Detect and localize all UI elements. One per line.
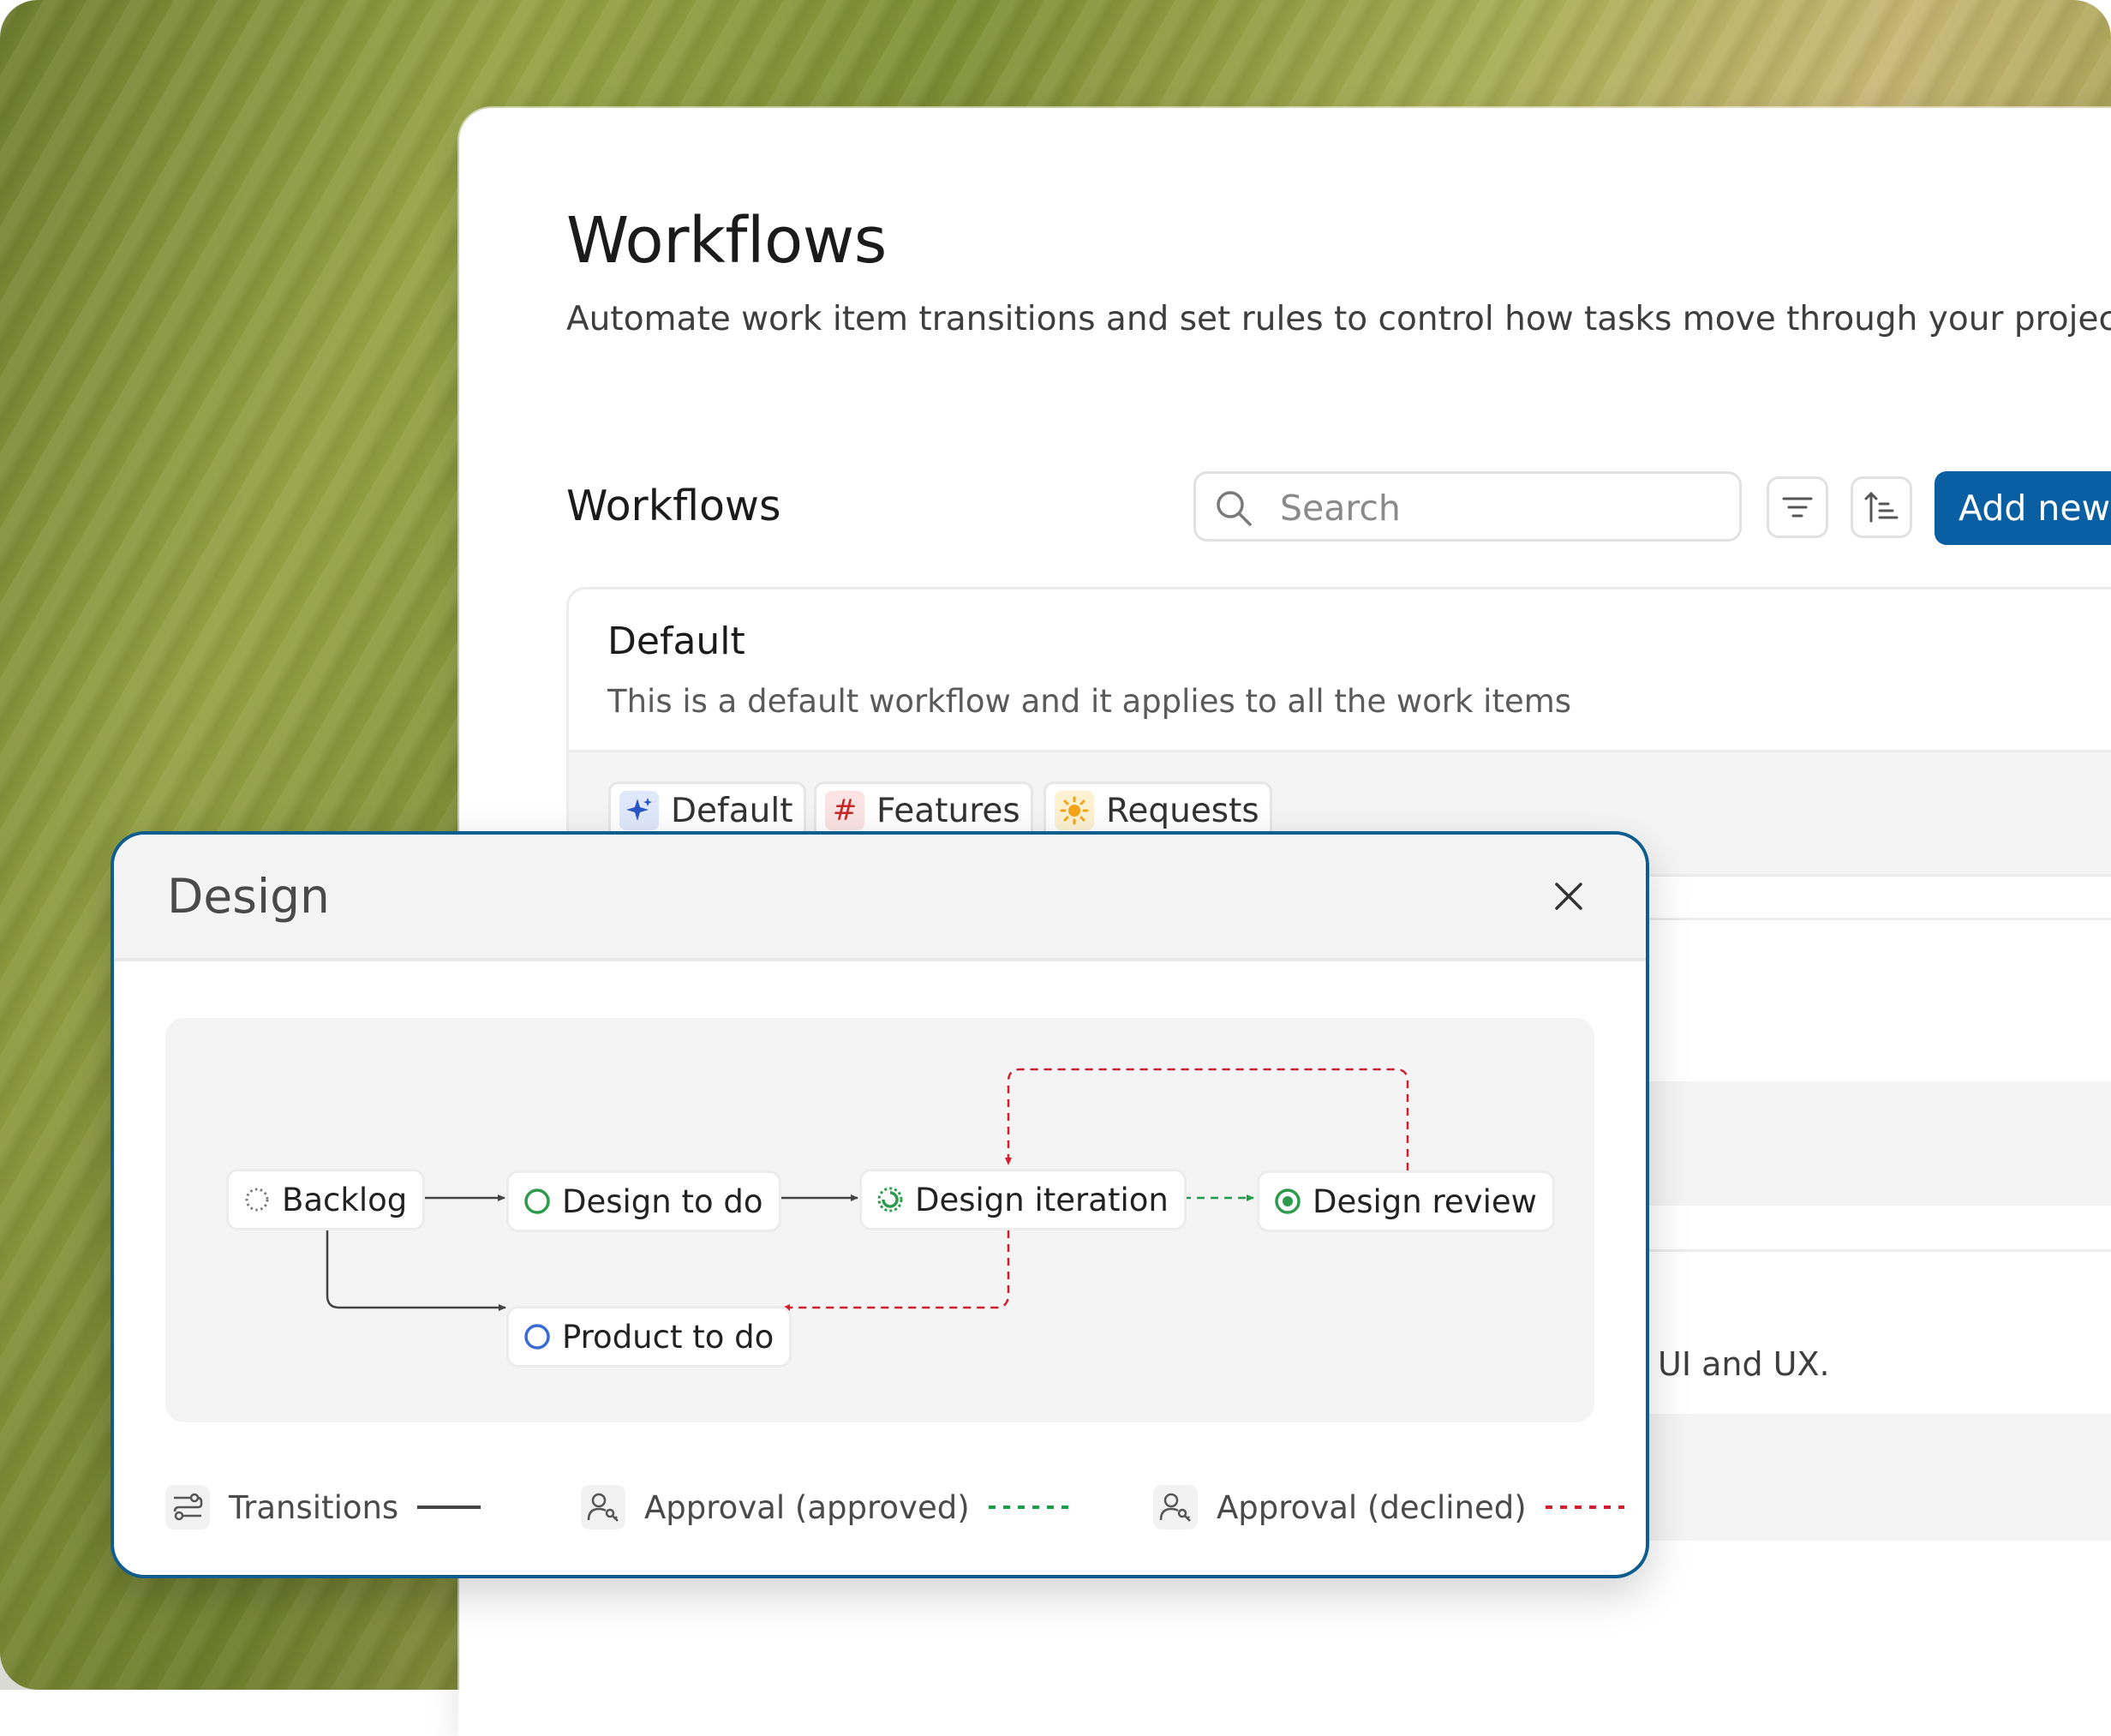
node-design-iteration[interactable]: Design iteration [859,1169,1187,1230]
legend-label: Transitions [229,1488,399,1526]
page-title: Workflows [566,204,887,278]
green-circle-icon [524,1188,550,1214]
node-label: Backlog [282,1181,408,1218]
node-label: Design to do [562,1182,763,1220]
filter-icon [1782,497,1813,518]
legend-transitions: Transitions [165,1477,481,1537]
search-field[interactable] [1193,471,1742,542]
dashed-circle-icon [245,1188,269,1212]
target-circle-icon [1275,1188,1301,1214]
node-design-to-do[interactable]: Design to do [506,1170,781,1232]
section-title: Workflows [566,482,781,530]
workflow-description: This is a default workflow and it applie… [607,683,1572,720]
close-icon[interactable] [1553,881,1584,912]
node-label: Product to do [562,1318,774,1356]
sort-button[interactable] [1851,476,1912,538]
tag-chip-label: Requests [1106,791,1259,830]
node-label: Design review [1313,1182,1537,1220]
workflow-description-partial: UI and UX. [1658,1345,1830,1383]
legend-line-dashed-green [988,1506,1074,1509]
workflow-detail-modal: Design Backlog Design to do Design itera… [111,831,1649,1578]
modal-title: Design [167,869,330,924]
legend-approved: Approval (approved) [581,1477,1074,1537]
modal-header: Design [114,835,1646,961]
workflow-title: Default [607,620,745,663]
row-divider [1628,874,2111,877]
row-divider [1628,918,2111,920]
legend-label: Approval (declined) [1217,1488,1527,1526]
legend-line-dashed-red [1545,1506,1624,1509]
sun-icon [1055,791,1094,830]
transitions-icon [165,1485,210,1529]
tag-chip-label: Features [876,791,1020,830]
approver-icon [581,1485,625,1529]
legend-declined: Approval (declined) [1153,1477,1624,1537]
progress-circle-icon [877,1187,903,1212]
legend-label: Approval (approved) [644,1488,970,1526]
node-backlog[interactable]: Backlog [226,1169,426,1230]
blue-circle-icon [524,1324,550,1350]
sort-icon [1864,492,1899,523]
node-label: Design iteration [915,1181,1169,1218]
row-band [1628,1081,2111,1206]
page-subtitle: Automate work item transitions and set r… [566,300,2111,338]
approver-icon [1153,1485,1198,1529]
filter-button[interactable] [1767,476,1828,538]
hash-icon: # [825,791,864,830]
node-design-review[interactable]: Design review [1257,1170,1555,1232]
add-new-button[interactable]: Add new [1935,471,2111,545]
row-divider [1628,1249,2111,1252]
tag-chip-label: Default [671,791,793,830]
node-product-to-do[interactable]: Product to do [506,1306,792,1368]
row-band [1628,1414,2111,1541]
legend-line-solid [417,1506,481,1509]
search-icon [1217,491,1252,526]
search-input[interactable] [1278,481,1727,536]
sparkle-icon [619,791,659,830]
